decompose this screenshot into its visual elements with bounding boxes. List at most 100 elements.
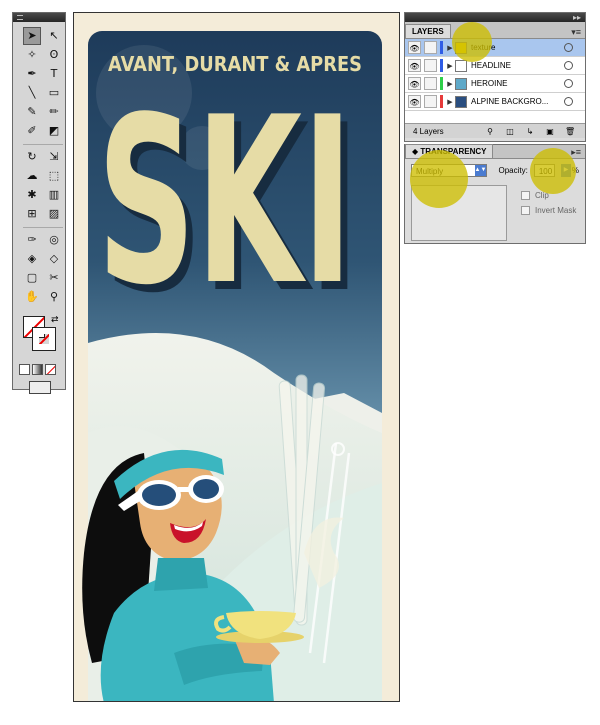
eyedropper-tool-icon[interactable]: ✑ [23,231,41,249]
tab-transparency[interactable]: ◆ TRANSPARENCY [405,144,494,158]
new-layer-icon[interactable]: ▣ [545,127,555,136]
transparency-panel: ◆ TRANSPARENCY ▸≡ Multiply ▲▼ Opacity: 1… [404,144,586,244]
layer-list: 👁 ▶ texture 👁 ▶ HEADLINE 👁 ▶ HEROINE 👁 ▶ ALPINE BAC… [405,39,585,123]
slice-tool-icon[interactable]: ✂ [45,269,63,287]
layers-tabrow: LAYERS ▾≡ [405,22,585,39]
blend-tool-icon[interactable]: ◎ [45,231,63,249]
layer-name: ALPINE BACKGRO... [471,97,549,106]
blend-mode-dropdown-icon[interactable]: ▲▼ [474,164,486,176]
layer-color-bar [440,59,443,72]
visibility-eye-icon[interactable]: 👁 [408,59,421,72]
lock-toggle-icon[interactable] [424,41,437,54]
transparency-thumbnail [411,185,507,241]
tools-panel-grip[interactable] [13,13,65,22]
collapse-icon[interactable]: ▸▸ [573,13,581,22]
layers-panel-titlebar[interactable]: ▸▸ [405,13,585,22]
swap-fill-stroke-icon[interactable]: ⇄ [51,314,59,325]
locate-object-icon[interactable]: ⚲ [485,127,495,136]
hand-tool-icon[interactable]: ✋ [23,288,41,306]
transparency-menu-icon[interactable]: ▸≡ [571,147,585,158]
layer-color-bar [440,95,443,108]
visibility-eye-icon[interactable]: 👁 [408,41,421,54]
color-mode-button[interactable] [19,364,30,375]
poster-headline: SKI [97,69,353,336]
transparency-bottom: Clip Invert Mask [405,181,585,245]
screen-mode-button[interactable] [29,381,51,394]
lock-toggle-icon[interactable] [424,77,437,90]
layer-target-icon[interactable] [564,61,573,70]
layer-target-icon[interactable] [564,79,573,88]
line-tool-icon[interactable]: ╲ [23,84,41,102]
transparency-tabrow: ◆ TRANSPARENCY ▸≡ [405,144,585,159]
rectangle-tool-icon[interactable]: ▭ [45,84,63,102]
layer-row[interactable]: 👁 ▶ HEADLINE [405,57,585,75]
layer-row[interactable]: 👁 ▶ ALPINE BACKGRO... [405,93,585,111]
visibility-eye-icon[interactable]: 👁 [408,95,421,108]
mesh-tool-icon[interactable]: ⊞ [23,205,41,223]
layer-row[interactable]: 👁 ▶ texture [405,39,585,57]
pencil-tool-icon[interactable]: ✏ [45,103,63,121]
paintbrush-tool-icon[interactable]: ✎ [23,103,41,121]
direct-selection-arrow-tool-icon[interactable]: ↖ [45,27,63,45]
expand-triangle-icon[interactable]: ▶ [445,80,455,88]
stroke-swatch[interactable] [32,327,56,351]
live-paint-bucket-tool-icon[interactable]: ◈ [23,250,41,268]
visibility-eye-icon[interactable]: 👁 [408,77,421,90]
rotate-tool-icon[interactable]: ↻ [23,148,41,166]
scale-tool-icon[interactable]: ⇲ [45,148,63,166]
color-mode-row [13,364,65,375]
expand-triangle-icon[interactable]: ▶ [445,98,455,106]
selection-arrow-tool-icon[interactable]: ➤ [23,27,41,45]
tool-separator [23,141,63,145]
clip-label: Clip [535,191,549,200]
lasso-tool-icon[interactable]: ʘ [45,46,63,64]
zoom-tool-icon[interactable]: ⚲ [45,288,63,306]
opacity-slider-arrow-icon[interactable]: ▶ [561,163,571,177]
opacity-input[interactable]: 100 [533,163,556,177]
magic-wand-tool-icon[interactable]: ✧ [23,46,41,64]
layers-panel: ▸▸ LAYERS ▾≡ 👁 ▶ texture 👁 ▶ HEADLINE 👁 ▶ HEROIN… [404,12,586,142]
layer-color-bar [440,77,443,90]
delete-layer-icon[interactable]: 🗑 [565,127,575,136]
opacity-percent: % [571,165,579,175]
pen-tool-icon[interactable]: ✒ [23,65,41,83]
lock-toggle-icon[interactable] [424,59,437,72]
tool-separator [23,224,63,228]
none-mode-button[interactable] [45,364,56,375]
layer-target-icon[interactable] [564,97,573,106]
opacity-label: Opacity: [498,165,528,175]
artboard-tool-icon[interactable]: ▢ [23,269,41,287]
blend-mode-value: Multiply [416,166,444,176]
tab-layers[interactable]: LAYERS [405,24,451,38]
layer-count: 4 Layers [413,126,444,136]
warp-tool-icon[interactable]: ☁ [23,167,41,185]
panel-menu-icon[interactable]: ▾≡ [571,27,585,38]
lock-toggle-icon[interactable] [424,95,437,108]
column-graph-tool-icon[interactable]: ▥ [45,186,63,204]
layer-name: HEADLINE [471,61,512,70]
invert-mask-checkbox[interactable] [521,206,530,215]
free-transform-tool-icon[interactable]: ⬚ [45,167,63,185]
expand-triangle-icon[interactable]: ▶ [445,44,455,52]
expand-triangle-icon[interactable]: ▶ [445,62,455,70]
layer-name: texture [471,43,496,52]
artboard[interactable]: AVANT, DURANT & APRES SKI SKI [73,12,400,702]
invert-mask-option[interactable]: Invert Mask [521,206,576,215]
layer-target-icon[interactable] [564,43,573,52]
layer-thumbnail [455,59,467,72]
live-paint-selection-tool-icon[interactable]: ◇ [45,250,63,268]
gradient-tool-icon[interactable]: ▨ [45,205,63,223]
gradient-mode-button[interactable] [32,364,43,375]
eraser-tool-icon[interactable]: ◩ [45,122,63,140]
blob-brush-tool-icon[interactable]: ✐ [23,122,41,140]
layer-thumbnail [455,77,467,90]
symbol-sprayer-tool-icon[interactable]: ✱ [23,186,41,204]
layers-footer: 4 Layers ⚲ ◫ ↳ ▣ 🗑 [405,123,585,138]
blend-mode-select[interactable]: Multiply ▲▼ [411,163,487,177]
clip-checkbox[interactable] [521,191,530,200]
make-clipping-mask-icon[interactable]: ◫ [505,127,515,136]
type-tool-icon[interactable]: T [45,65,63,83]
new-sublayer-icon[interactable]: ↳ [525,127,535,136]
clip-option[interactable]: Clip [521,191,576,200]
layer-row[interactable]: 👁 ▶ HEROINE [405,75,585,93]
